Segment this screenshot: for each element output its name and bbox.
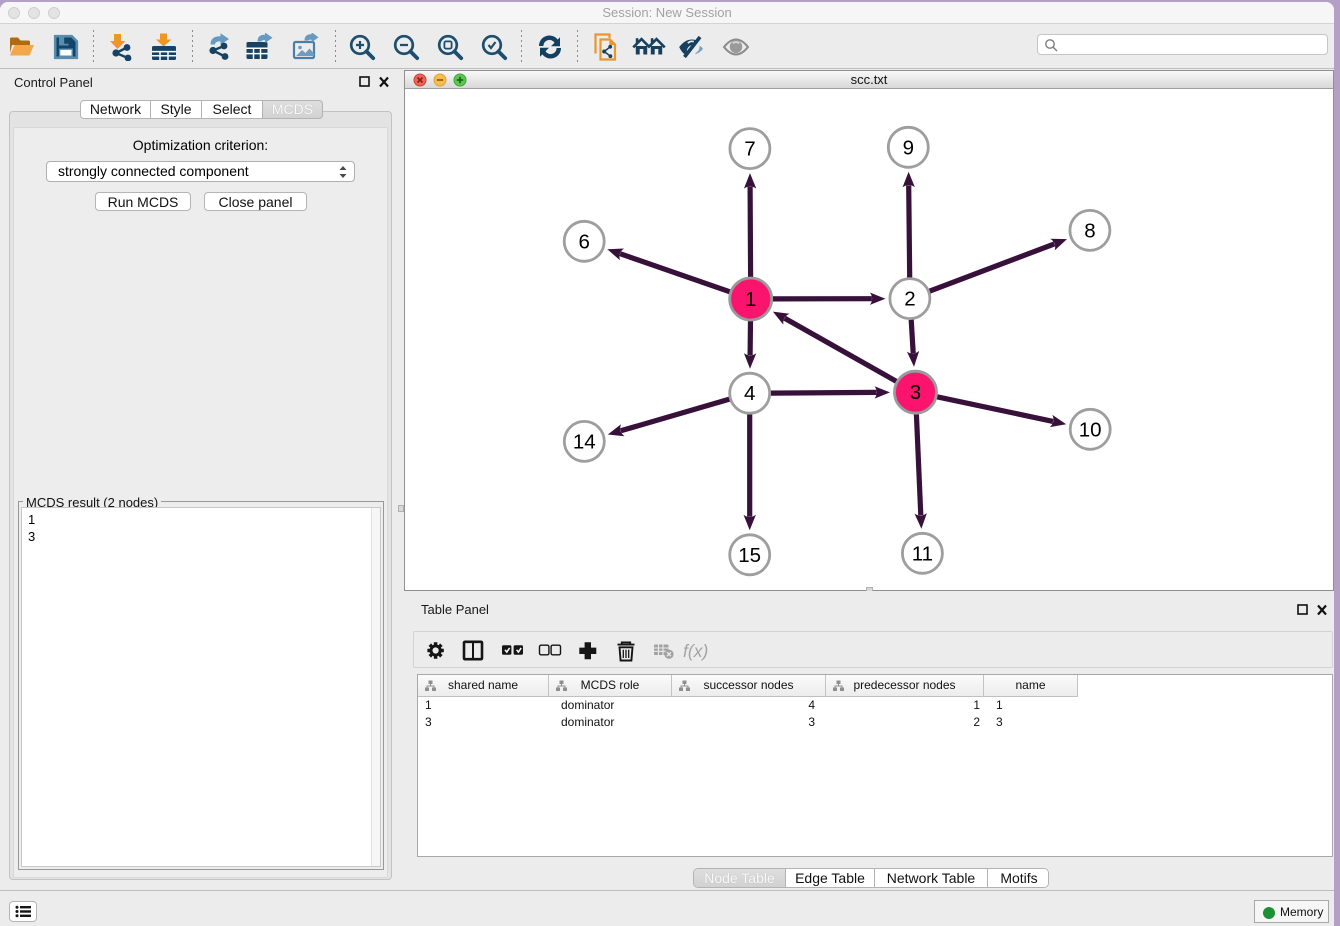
svg-text:2: 2 [904,288,915,311]
svg-text:4: 4 [744,382,755,405]
svg-text:f(x): f(x) [683,641,708,661]
svg-text:6: 6 [578,230,589,253]
svg-text:7: 7 [744,138,755,161]
svg-text:14: 14 [573,430,596,453]
svg-text:8: 8 [1084,219,1095,242]
svg-text:15: 15 [738,544,761,567]
svg-text:11: 11 [912,542,933,565]
svg-text:10: 10 [1079,418,1102,441]
svg-text:3: 3 [910,381,921,404]
svg-text:1: 1 [745,288,756,311]
svg-text:9: 9 [903,136,914,159]
